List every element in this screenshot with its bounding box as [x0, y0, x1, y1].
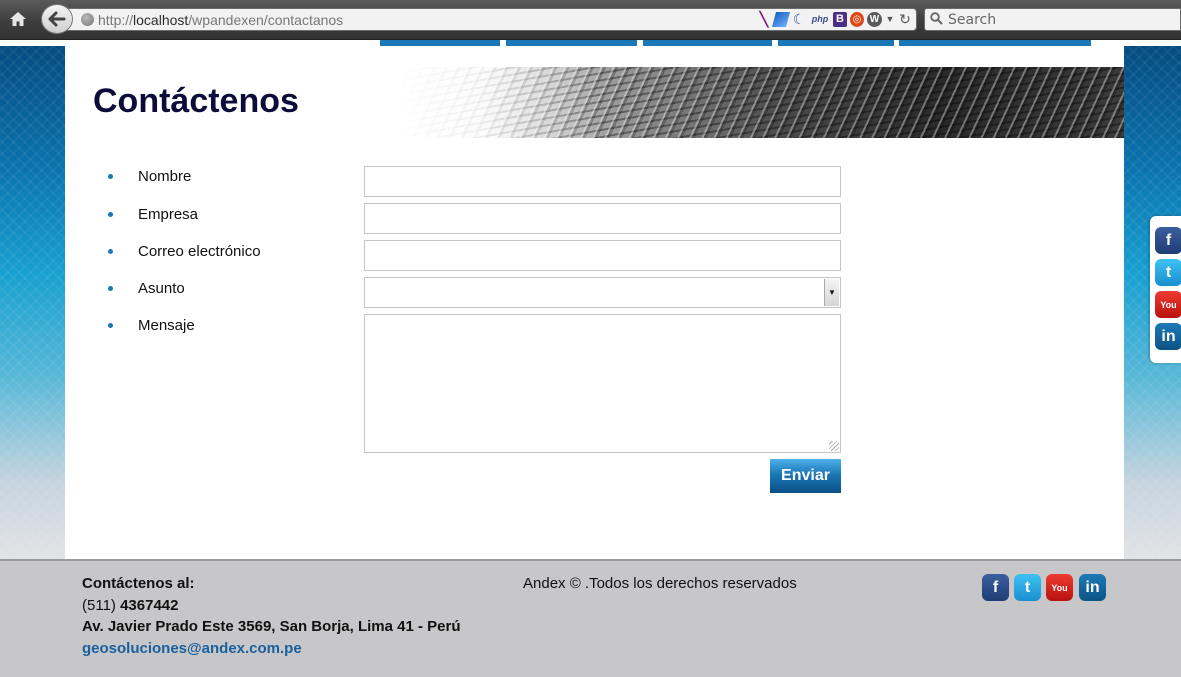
browser-toolbar: http://localhost/wpandexen/contactanos ╲… — [0, 0, 1181, 40]
facebook-icon[interactable]: f — [982, 574, 1009, 601]
message-textarea[interactable] — [364, 314, 841, 453]
message-label: Mensaje — [138, 317, 195, 334]
bullet-icon — [108, 323, 113, 328]
facebook-icon[interactable]: f — [1155, 227, 1181, 254]
subject-label: Asunto — [138, 280, 185, 297]
footer-email-link[interactable]: geosoluciones@andex.com.pe — [82, 640, 302, 657]
name-field[interactable] — [364, 166, 841, 197]
globe-icon — [81, 13, 94, 26]
footer-address: Av. Javier Prado Este 3569, San Borja, L… — [82, 618, 461, 635]
home-icon[interactable] — [6, 8, 30, 30]
floating-social-panel: f t You in — [1150, 216, 1181, 363]
footer-contact-heading: Contáctenos al: — [82, 575, 195, 592]
bullet-icon — [108, 249, 113, 254]
subject-select[interactable] — [364, 277, 841, 308]
bullet-icon — [108, 174, 113, 179]
email-field[interactable] — [364, 240, 841, 271]
addon-wave-icon[interactable]: ☾ — [791, 12, 807, 27]
phone-prefix: (511) — [82, 597, 116, 614]
addon-ubuntu-icon[interactable]: ◎ — [850, 12, 864, 27]
addon-blue-icon[interactable] — [771, 12, 791, 27]
addon-bootstrap-icon[interactable]: B — [833, 12, 847, 27]
bullet-icon — [108, 286, 113, 291]
addon-php-icon[interactable]: php — [810, 12, 830, 27]
search-icon — [930, 12, 943, 28]
company-label: Empresa — [138, 206, 199, 223]
phone-number: 4367442 — [120, 597, 179, 614]
reload-icon[interactable]: ↻ — [898, 12, 912, 27]
linkedin-icon[interactable]: in — [1155, 323, 1181, 350]
email-label: Correo electrónico — [138, 243, 261, 260]
youtube-icon[interactable]: You — [1155, 291, 1181, 318]
url-text[interactable]: http://localhost/wpandexen/contactanos — [98, 12, 343, 28]
company-field[interactable] — [364, 203, 841, 234]
addon-icons: ╲ ☾ php B ◎ W ▼ ↻ — [757, 12, 912, 27]
back-button[interactable] — [41, 4, 73, 34]
bullet-icon — [108, 212, 113, 217]
browser-search-bar[interactable] — [924, 8, 1181, 31]
search-input[interactable] — [948, 9, 1178, 30]
name-label: Nombre — [138, 168, 192, 185]
addon-wordpress-icon[interactable]: W — [867, 12, 882, 27]
address-bar[interactable]: http://localhost/wpandexen/contactanos ╲… — [62, 8, 917, 31]
footer-copyright: Andex © .Todos los derechos reservados — [523, 575, 797, 592]
twitter-icon[interactable]: t — [1014, 574, 1041, 601]
chevron-down-icon[interactable]: ▼ — [885, 12, 895, 27]
linkedin-icon[interactable]: in — [1079, 574, 1106, 601]
page-title: Contáctenos — [93, 82, 299, 120]
youtube-icon[interactable]: You — [1046, 574, 1073, 601]
banner-fade — [400, 67, 600, 138]
back-arrow-icon — [48, 11, 66, 27]
submit-button[interactable]: Enviar — [770, 459, 841, 493]
twitter-icon[interactable]: t — [1155, 259, 1181, 286]
addon-feather-icon[interactable]: ╲ — [757, 12, 771, 27]
footer-phone: (511) 4367442 — [82, 597, 178, 614]
